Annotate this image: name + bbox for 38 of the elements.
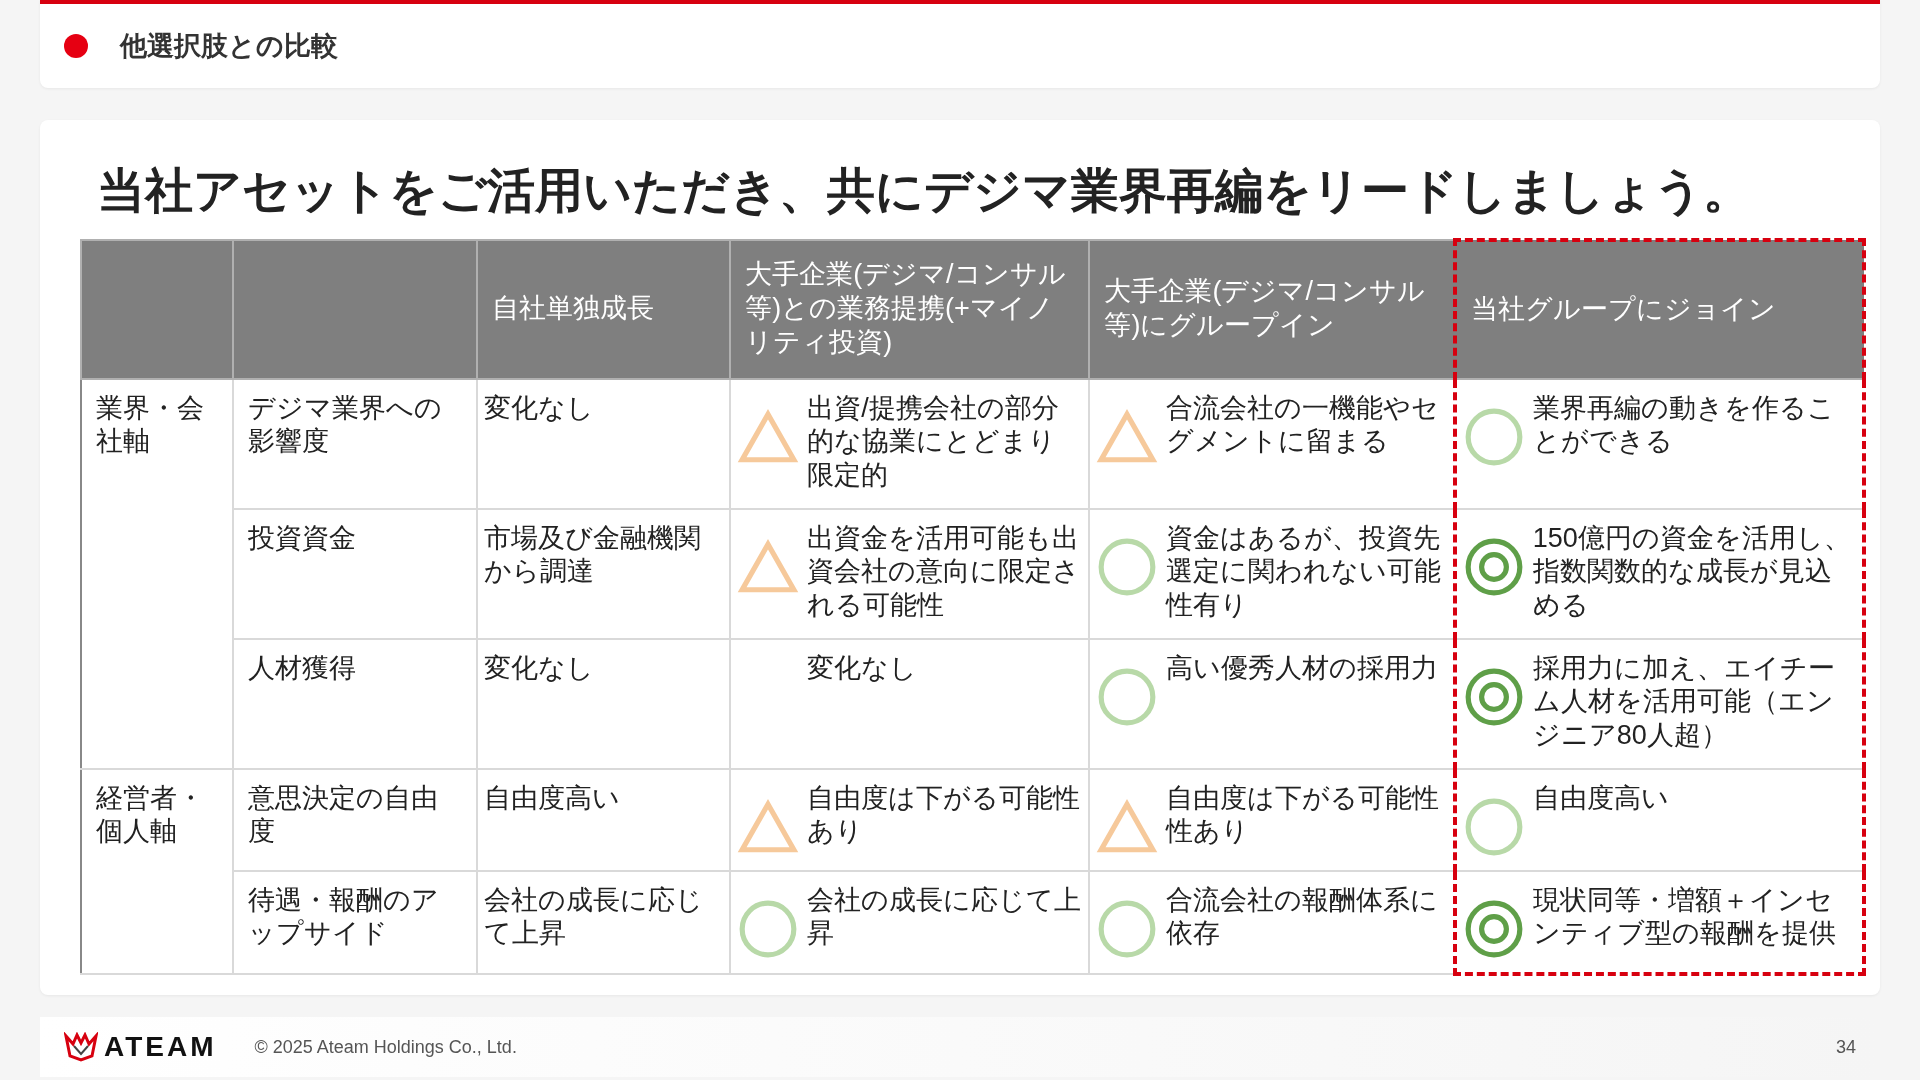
company-logo: ATEAM <box>64 1031 217 1063</box>
logo-mark-icon <box>64 1032 98 1062</box>
cell-text: 会社の成長に応じて上昇 <box>483 883 704 951</box>
row-group-label: 業界・会社軸 <box>81 378 234 769</box>
column-header: 大手企業(デジマ/コンサル等)にグループイン <box>1089 239 1455 379</box>
cell-text: 自由度は下がる可能性あり <box>807 781 1082 849</box>
cell-text: 自由度高い <box>483 781 620 815</box>
cell-text: 自由度高い <box>1532 781 1669 815</box>
slide-heading: 当社アセットをご活用いただき、共にデジマ業界再編をリードしましょう。 <box>97 163 1752 219</box>
column-header: 当社グループにジョイン <box>1454 239 1864 379</box>
cell-text: 採用力に加え、エイチーム人材を活用可能（エンジニア80人超） <box>1532 651 1836 753</box>
cell-text: 自由度は下がる可能性性あり <box>1166 781 1441 849</box>
cell-text: 変化なし <box>807 651 918 685</box>
page-number: 34 <box>1835 1036 1856 1058</box>
column-header: 大手企業(デジマ/コンサル等)との業務提携(+マイノリティ投資) <box>730 239 1090 379</box>
bullet-dot-icon <box>64 34 88 58</box>
row-label: 人材獲得 <box>233 638 477 769</box>
cell-text: 高い優秀人材の採用力 <box>1166 651 1439 685</box>
cell-text: 会社の成長に応じて上昇 <box>807 883 1083 951</box>
row-label: 意思決定の自由度 <box>233 768 477 871</box>
cell-text: 変化なし <box>483 651 594 685</box>
cell-text: 資金はあるが、投資先選定に関われない可能性有り <box>1166 521 1443 623</box>
cell-text: 業界再編の動きを作ることができる <box>1532 391 1836 459</box>
cell-text: 150億円の資金を活用し、指数関数的な成長が見込める <box>1532 521 1852 623</box>
row-label: 待遇・報酬のアップサイド <box>233 870 477 974</box>
cell-text: 現状同等・増額＋インセンティブ型の報酬を提供 <box>1532 883 1837 951</box>
row-group-label: 経営者・個人軸 <box>81 768 234 974</box>
cell-text: 出資/提携会社の部分的な協業にとどまり限定的 <box>807 391 1060 493</box>
column-header: 自社単独成長 <box>476 239 731 379</box>
row-label: 投資資金 <box>233 508 477 639</box>
cell-text: 市場及び金融機関から調達 <box>483 521 702 589</box>
cell-text: 出資金を活用可能も出資会社の意向に限定される可能性 <box>807 521 1082 623</box>
copyright-text: © 2025 Ateam Holdings Co., Ltd. <box>254 1036 517 1058</box>
cell-text: 合流会社の一機能やセグメントに留まる <box>1166 391 1441 459</box>
section-title: 他選択肢との比較 <box>120 30 338 63</box>
cell-text: 合流会社の報酬体系に依存 <box>1166 883 1440 951</box>
row-label: デジマ業界への影響度 <box>233 378 477 509</box>
cell-text: 変化なし <box>483 391 594 425</box>
